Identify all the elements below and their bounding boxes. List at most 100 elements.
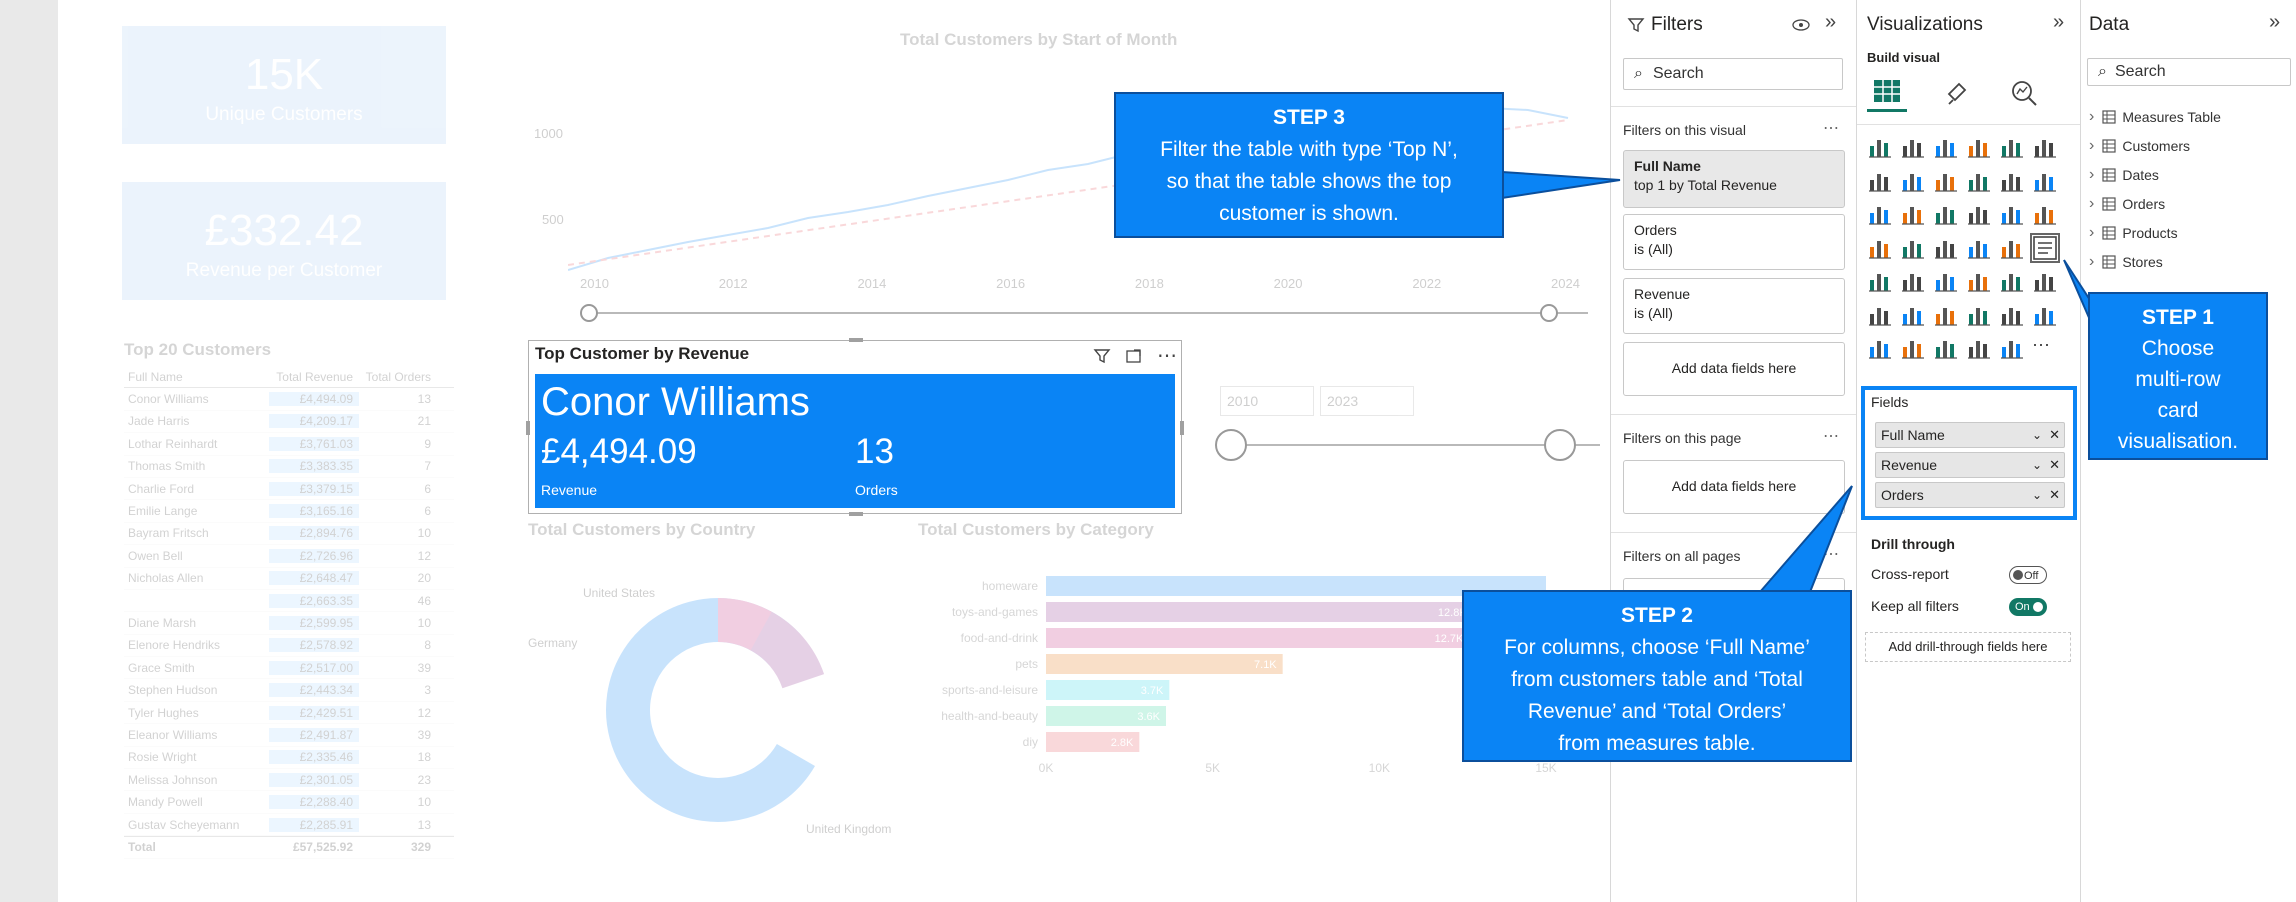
table-row[interactable]: Rosie Wright £2,335.46 18: [124, 747, 454, 770]
collapse-data-icon[interactable]: »: [2269, 11, 2280, 34]
range-slider-handle[interactable]: [1540, 304, 1558, 322]
table-row[interactable]: Emilie Lange £3,165.16 6: [124, 500, 454, 523]
visual-type-icon[interactable]: [1966, 335, 1992, 361]
resize-handle[interactable]: [849, 512, 863, 516]
chevron-right-icon[interactable]: ›: [2089, 195, 2094, 213]
field-orders[interactable]: Orders ⌄ ✕: [1875, 482, 2065, 508]
table-row[interactable]: Tyler Hughes £2,429.51 12: [124, 702, 454, 725]
chevron-down-icon[interactable]: ⌄: [2032, 458, 2042, 472]
col-header[interactable]: Total Revenue: [269, 370, 359, 384]
more-visuals-icon[interactable]: ⋯: [2032, 335, 2058, 361]
visual-type-icon[interactable]: [1900, 302, 1926, 328]
table-row[interactable]: Eleanor Williams £2,491.87 39: [124, 724, 454, 747]
visual-type-icon[interactable]: [1867, 168, 1893, 194]
field-revenue[interactable]: Revenue ⌄ ✕: [1875, 452, 2065, 478]
kpi-revenue-per-customer[interactable]: £332.42 Revenue per Customer: [122, 182, 446, 300]
visual-type-icon[interactable]: [1933, 134, 1959, 160]
build-visual-tab[interactable]: [1867, 72, 1907, 112]
filter-card-full-name[interactable]: Full Name top 1 by Total Revenue: [1623, 150, 1845, 208]
visual-type-icon[interactable]: [2032, 268, 2058, 294]
category-bar[interactable]: [1046, 628, 1470, 648]
date-slicer-handle[interactable]: [1215, 429, 1247, 461]
visual-type-icon[interactable]: [1933, 235, 1959, 261]
visual-type-icon[interactable]: [2032, 302, 2058, 328]
data-table-item[interactable]: › Measures Table: [2089, 102, 2221, 131]
visual-type-icon[interactable]: [1966, 134, 1992, 160]
visual-type-icon[interactable]: [1867, 268, 1893, 294]
table-row[interactable]: Bayram Fritsch £2,894.76 10: [124, 523, 454, 546]
category-bar[interactable]: [1046, 654, 1283, 674]
table-row[interactable]: Stephen Hudson £2,443.34 3: [124, 679, 454, 702]
table-row[interactable]: Mandy Powell £2,288.40 10: [124, 791, 454, 814]
visual-type-icon[interactable]: [1900, 235, 1926, 261]
visual-type-icon[interactable]: [1999, 268, 2025, 294]
more-options-icon[interactable]: ⋯: [1823, 426, 1840, 446]
remove-icon[interactable]: ✕: [2049, 427, 2060, 443]
visual-type-icon[interactable]: [1900, 201, 1926, 227]
visual-type-icon[interactable]: [2032, 201, 2058, 227]
visual-type-icon[interactable]: [1933, 302, 1959, 328]
data-table-item[interactable]: › Orders: [2089, 189, 2165, 218]
table-row[interactable]: £2,663.35 46: [124, 590, 454, 613]
data-table-item[interactable]: › Products: [2089, 218, 2178, 247]
collapse-visualizations-icon[interactable]: »: [2053, 11, 2064, 34]
chevron-right-icon[interactable]: ›: [2089, 108, 2094, 126]
table-row[interactable]: Gustav Scheyemann £2,285.91 13: [124, 814, 454, 837]
filter-card-revenue[interactable]: Revenue is (All): [1623, 278, 1845, 334]
table-row[interactable]: Thomas Smith £3,383.35 7: [124, 456, 454, 478]
visual-type-icon[interactable]: [1867, 335, 1893, 361]
add-fields-visual-dropzone[interactable]: Add data fields here: [1623, 342, 1845, 396]
data-table-item[interactable]: › Customers: [2089, 131, 2190, 160]
collapse-filters-icon[interactable]: »: [1825, 11, 1836, 34]
table-row[interactable]: Conor Williams £4,494.09 13: [124, 388, 454, 411]
col-header[interactable]: Full Name: [124, 370, 269, 384]
visual-type-icon[interactable]: [1867, 235, 1893, 261]
slicer-from-input[interactable]: 2010: [1220, 386, 1314, 416]
filters-search-input[interactable]: ⌕ Search: [1623, 58, 1843, 90]
table-row[interactable]: Elenore Hendriks £2,578.92 8: [124, 635, 454, 658]
data-table-item[interactable]: › Dates: [2089, 160, 2159, 189]
more-options-icon[interactable]: ⋯: [1157, 346, 1177, 366]
col-header[interactable]: Total Orders: [359, 370, 437, 384]
table-row[interactable]: Melissa Johnson £2,301.05 23: [124, 769, 454, 792]
visual-type-icon[interactable]: [1966, 235, 1992, 261]
multi-row-card-icon[interactable]: [2030, 232, 2060, 263]
table-row[interactable]: Diane Marsh £2,599.95 10: [124, 612, 454, 635]
top20-table-visual[interactable]: Top 20 Customers Full Name Total Revenue…: [124, 340, 454, 880]
table-row[interactable]: Jade Harris £4,209.17 21: [124, 411, 454, 434]
remove-icon[interactable]: ✕: [2049, 457, 2060, 473]
visual-type-icon[interactable]: [1900, 134, 1926, 160]
visual-type-icon[interactable]: [1900, 268, 1926, 294]
visual-type-icon[interactable]: [1999, 201, 2025, 227]
visual-type-icon[interactable]: [1867, 201, 1893, 227]
chevron-right-icon[interactable]: ›: [2089, 224, 2094, 242]
resize-handle[interactable]: [526, 421, 530, 435]
visual-type-icon[interactable]: [1966, 268, 1992, 294]
visual-type-icon[interactable]: [1933, 335, 1959, 361]
resize-handle[interactable]: [1180, 421, 1184, 435]
more-options-icon[interactable]: ⋯: [1823, 118, 1840, 138]
visual-type-icon[interactable]: [1999, 235, 2025, 261]
filter-card-orders[interactable]: Orders is (All): [1623, 214, 1845, 270]
top-customer-card-visual[interactable]: Top Customer by Revenue ⋯ Conor Williams…: [526, 338, 1184, 516]
table-row[interactable]: Owen Bell £2,726.96 12: [124, 545, 454, 568]
visual-type-icon[interactable]: [1999, 302, 2025, 328]
kpi-unique-customers[interactable]: 15K Unique Customers: [122, 26, 446, 144]
add-fields-page-dropzone[interactable]: Add data fields here: [1623, 460, 1845, 514]
field-full-name[interactable]: Full Name ⌄ ✕: [1875, 422, 2065, 448]
visual-type-icon[interactable]: [1900, 335, 1926, 361]
table-row[interactable]: Charlie Ford £3,379.15 6: [124, 478, 454, 501]
data-table-item[interactable]: › Stores: [2089, 247, 2163, 276]
visual-type-icon[interactable]: [1999, 335, 2025, 361]
visual-type-icon[interactable]: [1900, 168, 1926, 194]
card-row[interactable]: Conor Williams £4,494.09 Revenue 13 Orde…: [535, 374, 1175, 508]
visual-type-icon[interactable]: [1966, 201, 1992, 227]
range-slider-handle[interactable]: [580, 304, 598, 322]
visual-type-icon[interactable]: [1933, 201, 1959, 227]
resize-handle[interactable]: [849, 338, 863, 342]
format-visual-tab[interactable]: [1943, 78, 1975, 110]
analytics-tab[interactable]: [2009, 78, 2041, 110]
keep-all-filters-toggle[interactable]: On: [2009, 598, 2047, 616]
visual-type-icon[interactable]: [1933, 168, 1959, 194]
date-slicer-handle[interactable]: [1544, 429, 1576, 461]
